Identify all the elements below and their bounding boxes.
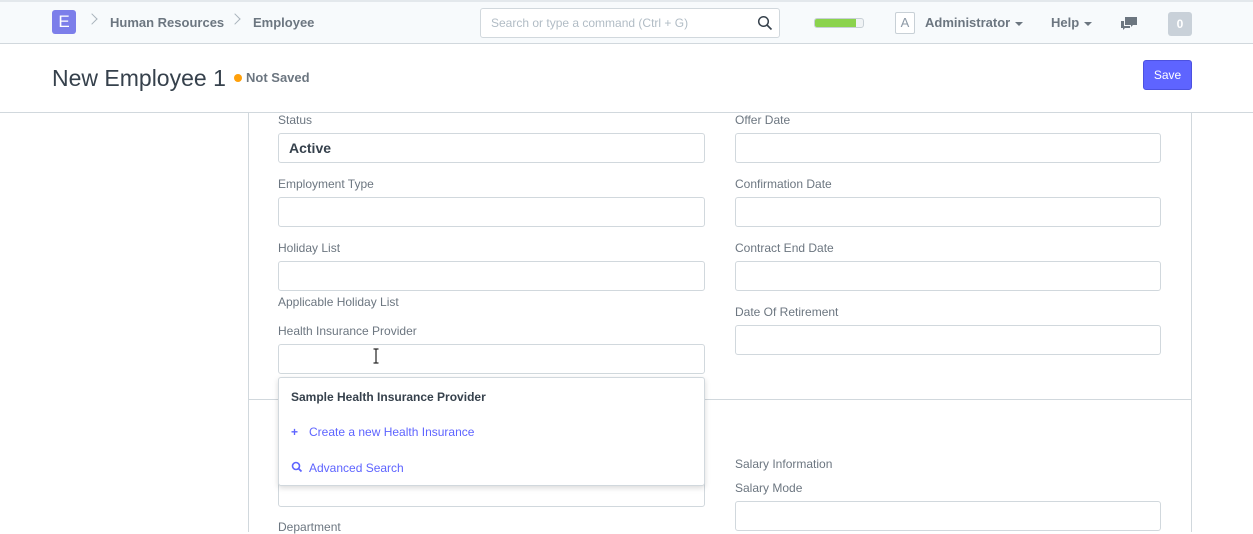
contract-end-date-label: Contract End Date [735, 241, 834, 255]
holiday-list-help-text: Applicable Holiday List [278, 295, 399, 309]
advanced-search-label: Advanced Search [309, 461, 404, 475]
breadcrumb-human-resources[interactable]: Human Resources [110, 15, 224, 30]
status-badge: Not Saved [246, 70, 310, 85]
advanced-search-link[interactable]: Advanced Search [291, 461, 404, 475]
date-of-retirement-field[interactable] [735, 325, 1161, 355]
salary-information-heading: Salary Information [735, 457, 833, 471]
caret-down-icon [1084, 21, 1093, 26]
health-insurance-dropdown: Sample Health Insurance Provider + Create… [278, 377, 705, 486]
offer-date-field[interactable] [735, 133, 1161, 163]
breadcrumb-employee[interactable]: Employee [253, 15, 314, 30]
salary-mode-field[interactable] [735, 501, 1161, 531]
offer-date-label: Offer Date [735, 113, 791, 127]
employment-type-field[interactable] [278, 197, 705, 227]
search-box [480, 8, 780, 38]
salary-mode-label: Salary Mode [735, 481, 803, 495]
caret-down-icon [1015, 21, 1024, 26]
save-button[interactable]: Save [1143, 60, 1192, 90]
status-label: Status [278, 113, 313, 127]
create-health-insurance-link[interactable]: + Create a new Health Insurance [291, 425, 474, 439]
navbar: E Human Resources Employee A Administrat… [0, 0, 1253, 44]
page-title: New Employee 1 [52, 65, 226, 91]
status-field[interactable] [278, 133, 705, 163]
holiday-list-label: Holiday List [278, 241, 341, 255]
user-menu[interactable]: Administrator [925, 15, 1024, 30]
date-of-retirement-label: Date Of Retirement [735, 305, 839, 319]
user-menu-label: Administrator [925, 15, 1011, 30]
notification-badge[interactable]: 0 [1168, 12, 1192, 36]
page-head: New Employee 1 Not Saved Save [0, 44, 1253, 113]
status-indicator-dot [234, 74, 242, 82]
app-logo[interactable]: E [52, 10, 76, 34]
health-insurance-provider-field[interactable] [278, 344, 705, 374]
progress-fill [815, 19, 856, 27]
plus-icon: + [291, 425, 299, 439]
contract-end-date-field[interactable] [735, 261, 1161, 291]
help-menu[interactable]: Help [1051, 15, 1093, 30]
setup-progress-bar [814, 18, 864, 28]
search-input[interactable] [481, 9, 751, 37]
chevron-right-icon [86, 13, 98, 25]
confirmation-date-label: Confirmation Date [735, 177, 832, 191]
avatar[interactable]: A [895, 12, 915, 34]
chat-icon[interactable] [1120, 16, 1138, 32]
chevron-right-icon [229, 13, 241, 25]
help-menu-label: Help [1051, 15, 1080, 30]
search-icon[interactable] [757, 15, 773, 31]
text-cursor-icon [373, 348, 379, 364]
health-insurance-provider-label: Health Insurance Provider [278, 324, 417, 338]
magnifier-icon [291, 461, 303, 473]
employment-type-label: Employment Type [278, 177, 374, 191]
holiday-list-field[interactable] [278, 261, 705, 291]
create-health-insurance-label: Create a new Health Insurance [309, 425, 475, 439]
confirmation-date-field[interactable] [735, 197, 1161, 227]
dropdown-option-sample-provider[interactable]: Sample Health Insurance Provider [291, 390, 486, 404]
